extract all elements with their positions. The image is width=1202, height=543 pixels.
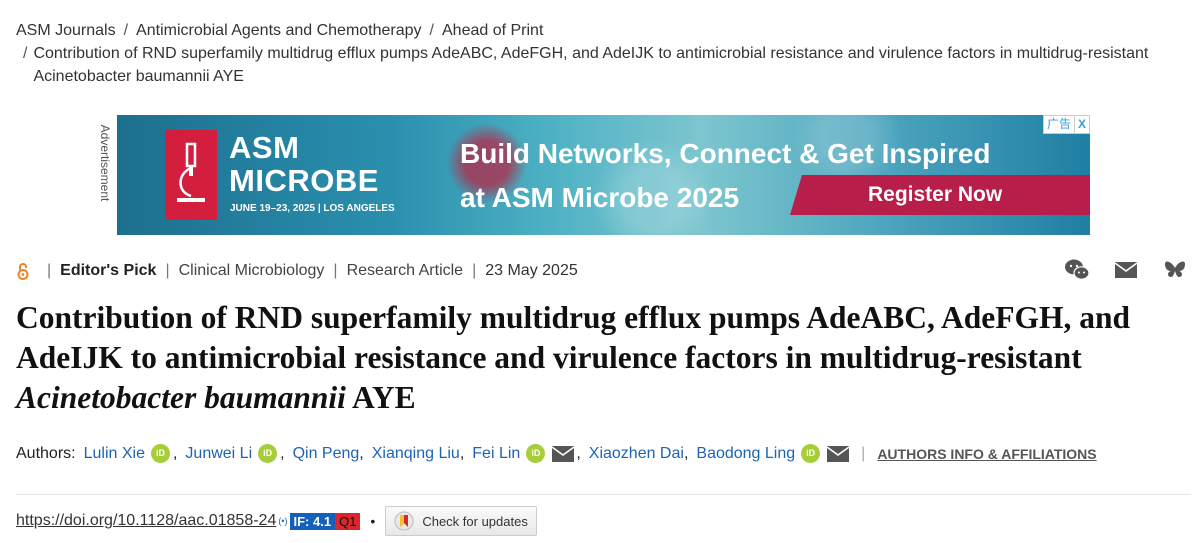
ad-close-button[interactable]: X [1073, 116, 1089, 133]
orcid-icon[interactable]: iD [150, 444, 170, 463]
open-access-icon [17, 263, 29, 280]
meta-separator: | [472, 262, 477, 279]
breadcrumb-asm-journals[interactable]: ASM Journals [16, 19, 116, 42]
ad-date-location: JUNE 19–23, 2025 | LOS ANGELES [230, 203, 395, 214]
breadcrumb: ASM Journals / Antimicrobial Agents and … [16, 19, 1186, 88]
doi-row: https://doi.org/10.1128/aac.01858-24 (•)… [16, 506, 537, 536]
orcid-icon[interactable]: iD [801, 444, 821, 463]
authors-label: Authors: [16, 444, 76, 462]
editors-pick-badge: Editor's Pick [60, 262, 157, 279]
wechat-share-icon[interactable] [1064, 258, 1090, 282]
authors-list: Authors: Lulin Xie iD , Junwei Li iD , Q… [16, 444, 1097, 463]
breadcrumb-journal[interactable]: Antimicrobial Agents and Chemotherapy [136, 19, 422, 42]
meta-separator: | [47, 262, 52, 279]
breadcrumb-separator: / [429, 22, 434, 39]
microscope-logo-icon [165, 130, 217, 220]
email-share-icon[interactable] [1113, 258, 1139, 282]
breadcrumb-separator: / [23, 45, 28, 62]
meta-separator: | [333, 262, 338, 279]
author-link[interactable]: Xiaozhen Dai [589, 445, 684, 463]
divider [16, 494, 1191, 495]
email-icon[interactable] [552, 445, 575, 462]
orcid-icon[interactable]: iD [526, 444, 546, 463]
check-for-updates-label: Check for updates [422, 513, 528, 529]
ad-choices[interactable]: 广告 X [1042, 115, 1090, 134]
breadcrumb-separator: / [123, 22, 129, 39]
author-link[interactable]: Fei Lin [472, 445, 520, 463]
meta-separator: | [165, 262, 170, 279]
author-link[interactable]: Baodong Ling [696, 445, 795, 463]
ad-brand: ASM MICROBE [229, 130, 379, 198]
orcid-icon[interactable]: iD [258, 444, 278, 463]
species-name: Acinetobacter baumannii [16, 380, 346, 415]
author-link[interactable]: Junwei Li [185, 445, 252, 463]
quartile-badge: Q1 [335, 512, 361, 530]
article-category: Clinical Microbiology [178, 262, 325, 279]
check-for-updates-button[interactable]: Check for updates [385, 506, 537, 536]
ad-banner[interactable]: ASM MICROBE JUNE 19–23, 2025 | LOS ANGEL… [117, 115, 1090, 235]
ad-choice-label[interactable]: 广告 [1044, 116, 1074, 133]
broadcast-icon: (•) [278, 516, 288, 526]
article-type: Research Article [346, 262, 464, 279]
doi-link[interactable]: https://doi.org/10.1128/aac.01858-24 [16, 512, 276, 530]
author-link[interactable]: Xianqing Liu [372, 445, 460, 463]
author-link[interactable]: Lulin Xie [84, 445, 145, 463]
breadcrumb-current-article: Contribution of RND superfamily multidru… [33, 45, 1149, 85]
authors-info-affiliations-link[interactable]: AUTHORS INFO & AFFILIATIONS [877, 446, 1096, 462]
impact-factor-badge: IF: 4.1 [289, 512, 336, 530]
separator-dot: • [370, 513, 376, 529]
share-tools [1064, 258, 1188, 282]
article-title: Contribution of RND superfamily multidru… [16, 300, 1131, 415]
article-meta: | Editor's Pick | Clinical Microbiology … [16, 262, 578, 280]
crossmark-icon [394, 511, 414, 531]
publication-date: 23 May 2025 [485, 262, 578, 279]
advertisement-label: Advertisement [98, 124, 112, 202]
email-icon[interactable] [827, 445, 850, 462]
authors-separator: | [861, 444, 866, 462]
author-link[interactable]: Qin Peng [293, 445, 360, 463]
ad-register-button[interactable]: Register Now [790, 175, 1090, 215]
bluesky-share-icon[interactable] [1162, 258, 1188, 282]
breadcrumb-ahead-of-print[interactable]: Ahead of Print [442, 19, 543, 42]
